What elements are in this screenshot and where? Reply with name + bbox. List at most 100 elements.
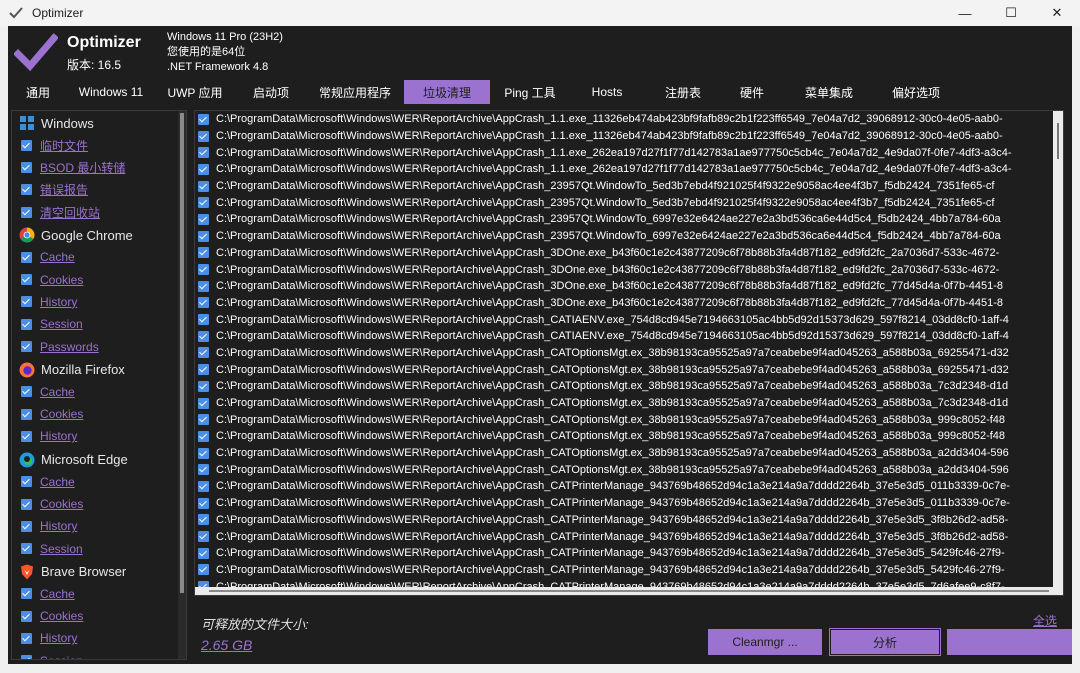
- analyze-button[interactable]: 分析: [829, 628, 941, 656]
- checkbox[interactable]: [21, 498, 32, 510]
- file-row[interactable]: C:\ProgramData\Microsoft\Windows\WER\Rep…: [195, 178, 1063, 195]
- tab-0[interactable]: 通用: [8, 80, 68, 104]
- tab-9[interactable]: 硬件: [722, 80, 782, 104]
- checkbox[interactable]: [198, 480, 209, 492]
- select-all-link[interactable]: 全选: [1033, 612, 1057, 629]
- checkbox[interactable]: [198, 364, 209, 376]
- sidebar-item-label[interactable]: Cookies: [40, 273, 83, 287]
- checkbox[interactable]: [21, 296, 32, 308]
- sidebar-item-label[interactable]: Session: [40, 654, 83, 659]
- checkbox[interactable]: [21, 206, 32, 218]
- file-row[interactable]: C:\ProgramData\Microsoft\Windows\WER\Rep…: [195, 411, 1063, 428]
- checkbox[interactable]: [198, 347, 209, 359]
- checkbox[interactable]: [198, 564, 209, 576]
- sidebar-item-label[interactable]: Cache: [40, 385, 75, 399]
- sidebar-item-label[interactable]: Session: [40, 542, 83, 556]
- tab-10[interactable]: 菜单集成: [782, 80, 876, 104]
- file-row[interactable]: C:\ProgramData\Microsoft\Windows\WER\Rep…: [195, 361, 1063, 378]
- file-row[interactable]: C:\ProgramData\Microsoft\Windows\WER\Rep…: [195, 461, 1063, 478]
- cleanmgr-button[interactable]: Cleanmgr ...: [708, 629, 822, 655]
- checkbox[interactable]: [198, 230, 209, 242]
- sidebar-item-edge-0[interactable]: Cache: [12, 471, 186, 493]
- checkbox[interactable]: [21, 632, 32, 644]
- maximize-button[interactable]: ☐: [988, 0, 1034, 26]
- sidebar-item-label[interactable]: 清空回收站: [40, 204, 100, 221]
- file-row[interactable]: C:\ProgramData\Microsoft\Windows\WER\Rep…: [195, 128, 1063, 145]
- sidebar-item-brave-3[interactable]: Session: [12, 650, 186, 659]
- checkbox[interactable]: [21, 543, 32, 555]
- sidebar-item-windows-2[interactable]: 错误报告: [12, 179, 186, 201]
- sidebar-item-label[interactable]: BSOD 最小转储: [40, 159, 125, 176]
- sidebar-item-label[interactable]: Cache: [40, 587, 75, 601]
- tab-1[interactable]: Windows 11: [68, 80, 154, 104]
- checkbox[interactable]: [198, 163, 209, 175]
- file-row[interactable]: C:\ProgramData\Microsoft\Windows\WER\Rep…: [195, 512, 1063, 529]
- file-row[interactable]: C:\ProgramData\Microsoft\Windows\WER\Rep…: [195, 378, 1063, 395]
- checkbox[interactable]: [198, 297, 209, 309]
- sidebar-item-edge-2[interactable]: History: [12, 515, 186, 537]
- tab-11[interactable]: 偏好选项: [876, 80, 956, 104]
- file-row[interactable]: C:\ProgramData\Microsoft\Windows\WER\Rep…: [195, 545, 1063, 562]
- checkbox[interactable]: [21, 476, 32, 488]
- tab-8[interactable]: 注册表: [644, 80, 722, 104]
- checkbox[interactable]: [198, 130, 209, 142]
- sidebar-item-label[interactable]: Cookies: [40, 609, 83, 623]
- file-row[interactable]: C:\ProgramData\Microsoft\Windows\WER\Rep…: [195, 428, 1063, 445]
- checkbox[interactable]: [198, 531, 209, 543]
- checkbox[interactable]: [21, 161, 32, 173]
- checkbox[interactable]: [21, 139, 32, 151]
- file-row[interactable]: C:\ProgramData\Microsoft\Windows\WER\Rep…: [195, 211, 1063, 228]
- sidebar-scrollbar[interactable]: [178, 111, 186, 659]
- file-row[interactable]: C:\ProgramData\Microsoft\Windows\WER\Rep…: [195, 562, 1063, 579]
- checkbox[interactable]: [198, 247, 209, 259]
- checkbox[interactable]: [21, 341, 32, 353]
- file-row[interactable]: C:\ProgramData\Microsoft\Windows\WER\Rep…: [195, 245, 1063, 262]
- checkbox[interactable]: [198, 147, 209, 159]
- file-row[interactable]: C:\ProgramData\Microsoft\Windows\WER\Rep…: [195, 478, 1063, 495]
- checkbox[interactable]: [198, 397, 209, 409]
- checkbox[interactable]: [198, 380, 209, 392]
- sidebar-item-chrome-3[interactable]: Session: [12, 313, 186, 335]
- tab-6[interactable]: Ping 工具: [490, 80, 570, 104]
- checkbox[interactable]: [198, 264, 209, 276]
- checkbox[interactable]: [21, 588, 32, 600]
- tab-5[interactable]: 垃圾清理: [404, 80, 490, 104]
- checkbox[interactable]: [198, 180, 209, 192]
- sidebar-item-brave-0[interactable]: Cache: [12, 583, 186, 605]
- sidebar-item-firefox-2[interactable]: History: [12, 425, 186, 447]
- sidebar-item-label[interactable]: Cookies: [40, 407, 83, 421]
- checkbox[interactable]: [198, 514, 209, 526]
- file-list-hscrollbar[interactable]: [195, 587, 1055, 595]
- checkbox[interactable]: [198, 330, 209, 342]
- sidebar-item-firefox-1[interactable]: Cookies: [12, 403, 186, 425]
- checkbox[interactable]: [198, 314, 209, 326]
- file-row[interactable]: C:\ProgramData\Microsoft\Windows\WER\Rep…: [195, 194, 1063, 211]
- sidebar-item-label[interactable]: Session: [40, 317, 83, 331]
- sidebar-item-label[interactable]: Cookies: [40, 497, 83, 511]
- sidebar-item-brave-1[interactable]: Cookies: [12, 605, 186, 627]
- tab-2[interactable]: UWP 应用: [154, 80, 236, 104]
- sidebar-item-label[interactable]: 临时文件: [40, 137, 88, 154]
- sidebar-item-chrome-1[interactable]: Cookies: [12, 268, 186, 290]
- file-row[interactable]: C:\ProgramData\Microsoft\Windows\WER\Rep…: [195, 278, 1063, 295]
- checkbox[interactable]: [198, 197, 209, 209]
- checkbox[interactable]: [198, 447, 209, 459]
- checkbox[interactable]: [21, 274, 32, 286]
- checkbox[interactable]: [198, 280, 209, 292]
- checkbox[interactable]: [198, 113, 209, 125]
- file-row[interactable]: C:\ProgramData\Microsoft\Windows\WER\Rep…: [195, 261, 1063, 278]
- checkbox[interactable]: [198, 547, 209, 559]
- checkbox[interactable]: [21, 386, 32, 398]
- file-row[interactable]: C:\ProgramData\Microsoft\Windows\WER\Rep…: [195, 495, 1063, 512]
- file-row[interactable]: C:\ProgramData\Microsoft\Windows\WER\Rep…: [195, 311, 1063, 328]
- sidebar-item-windows-1[interactable]: BSOD 最小转储: [12, 156, 186, 178]
- tab-7[interactable]: Hosts: [570, 80, 644, 104]
- checkbox[interactable]: [198, 497, 209, 509]
- sidebar-item-edge-3[interactable]: Session: [12, 537, 186, 559]
- sidebar-item-chrome-2[interactable]: History: [12, 291, 186, 313]
- checkbox[interactable]: [21, 430, 32, 442]
- file-list-vscrollbar[interactable]: [1053, 111, 1063, 595]
- file-row[interactable]: C:\ProgramData\Microsoft\Windows\WER\Rep…: [195, 295, 1063, 312]
- tab-3[interactable]: 启动项: [236, 80, 306, 104]
- file-row[interactable]: C:\ProgramData\Microsoft\Windows\WER\Rep…: [195, 228, 1063, 245]
